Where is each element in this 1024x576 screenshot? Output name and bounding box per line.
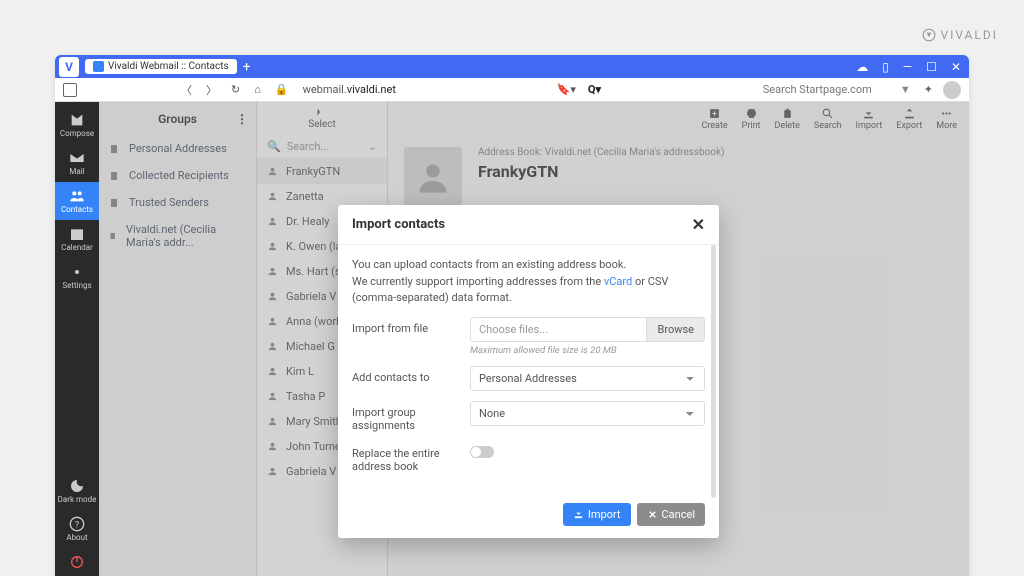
- panel-toggle-button[interactable]: [63, 83, 77, 97]
- toolbar-create-button[interactable]: Create: [701, 107, 727, 131]
- group-item-personal[interactable]: Personal Addresses: [99, 135, 256, 162]
- modal-title: Import contacts: [352, 217, 445, 232]
- replace-label: Replace the entire address book: [352, 442, 470, 473]
- import-file-label: Import from file: [352, 317, 470, 335]
- modal-scrollbar[interactable]: [711, 245, 716, 498]
- import-button[interactable]: Import: [563, 503, 631, 526]
- group-assignments-label: Import group assignments: [352, 401, 470, 432]
- sidebar-item-calendar[interactable]: Calendar: [55, 220, 99, 258]
- tab-favicon-icon: [93, 61, 104, 72]
- cancel-button[interactable]: Cancel: [637, 503, 705, 526]
- contact-name: FrankyGTN: [478, 162, 725, 181]
- extensions-icon[interactable]: ✦: [924, 83, 933, 96]
- contacts-select-header[interactable]: Select: [257, 102, 387, 135]
- vcard-link[interactable]: vCard: [604, 275, 632, 288]
- chevron-down-icon: ⌄: [368, 140, 377, 153]
- url-subdomain: webmail.: [303, 83, 347, 96]
- modal-close-button[interactable]: ✕: [692, 215, 705, 234]
- search-dropdown-icon[interactable]: ▼: [900, 83, 911, 96]
- group-item-vivaldinet[interactable]: Vivaldi.net (Cecilia Maria's addr...: [99, 216, 256, 256]
- maximize-button[interactable]: ☐: [922, 60, 941, 74]
- group-item-trusted[interactable]: Trusted Senders: [99, 189, 256, 216]
- browser-tab[interactable]: Vivaldi Webmail :: Contacts: [85, 59, 237, 74]
- sidebar-item-power[interactable]: [55, 548, 99, 576]
- group-item-collected[interactable]: Collected Recipients: [99, 162, 256, 189]
- sidebar-item-settings[interactable]: Settings: [55, 258, 99, 296]
- profile-avatar[interactable]: [943, 81, 961, 99]
- sidebar-item-darkmode[interactable]: Dark mode: [55, 472, 99, 510]
- toolbar-delete-button[interactable]: Delete: [775, 107, 800, 131]
- mobile-icon[interactable]: ▯: [878, 60, 893, 74]
- sidebar-item-about[interactable]: ?About: [55, 510, 99, 548]
- home-button[interactable]: ⌂: [254, 83, 261, 96]
- toolbar-print-button[interactable]: Print: [742, 107, 761, 131]
- search-engine-icon[interactable]: Q▾: [588, 83, 601, 96]
- back-button[interactable]: 〈: [181, 82, 192, 98]
- minimize-button[interactable]: —: [899, 60, 916, 74]
- toolbar-import-button[interactable]: Import: [856, 107, 883, 131]
- sidebar-item-compose[interactable]: Compose: [55, 106, 99, 144]
- app-sidebar: Compose Mail Contacts Calendar Settings …: [55, 102, 99, 576]
- url-display[interactable]: webmail.vivaldi.net: [303, 83, 396, 96]
- title-bar: V Vivaldi Webmail :: Contacts + ☁ ▯ — ☐ …: [55, 55, 969, 78]
- forward-button[interactable]: 〉: [206, 82, 217, 98]
- import-contacts-modal: Import contacts ✕ You can upload contact…: [338, 205, 719, 538]
- vivaldi-brand: VIVALDI: [922, 28, 998, 42]
- file-input-display[interactable]: Choose files...: [470, 317, 647, 342]
- bookmark-icon[interactable]: 🔖▾: [557, 83, 576, 96]
- contacts-search[interactable]: 🔍Search...⌄: [257, 135, 387, 159]
- address-bar: 〈 〉 ↻ ⌂ 🔒 webmail.vivaldi.net 🔖▾ Q▾ ▼ ✦: [55, 78, 969, 102]
- group-assignments-select[interactable]: None: [470, 401, 705, 426]
- new-tab-button[interactable]: +: [243, 59, 251, 75]
- search-icon: 🔍: [267, 140, 281, 153]
- svg-text:?: ?: [75, 519, 80, 530]
- add-contacts-to-select[interactable]: Personal Addresses: [470, 366, 705, 391]
- vivaldi-menu-button[interactable]: V: [59, 57, 79, 77]
- lock-icon: 🔒: [275, 83, 289, 96]
- cloud-icon[interactable]: ☁: [852, 60, 872, 74]
- groups-header: Groups⋮: [99, 102, 256, 135]
- sidebar-item-contacts[interactable]: Contacts: [55, 182, 99, 220]
- toolbar-search-button[interactable]: Search: [814, 107, 842, 131]
- file-size-hint: Maximum allowed file size is 20 MB: [470, 345, 705, 356]
- groups-panel: Groups⋮ Personal Addresses Collected Rec…: [99, 102, 257, 576]
- toolbar-more-button[interactable]: More: [936, 107, 957, 131]
- add-contacts-to-label: Add contacts to: [352, 366, 470, 384]
- groups-more-icon[interactable]: ⋮: [236, 112, 248, 126]
- contact-item[interactable]: FrankyGTN: [257, 159, 387, 184]
- browse-button[interactable]: Browse: [647, 317, 705, 342]
- detail-toolbar: Create Print Delete Search Import Export…: [388, 102, 969, 135]
- reload-button[interactable]: ↻: [231, 83, 240, 96]
- search-input[interactable]: [763, 83, 894, 96]
- close-window-button[interactable]: ✕: [947, 60, 965, 74]
- breadcrumb: Address Book: Vivaldi.net (Cecilia Maria…: [478, 147, 725, 158]
- contact-avatar: [404, 147, 462, 205]
- window-controls: ☁ ▯ — ☐ ✕: [852, 60, 965, 74]
- replace-toggle[interactable]: [470, 446, 494, 458]
- url-domain: vivaldi.net: [347, 83, 396, 96]
- toolbar-export-button[interactable]: Export: [896, 107, 922, 131]
- tab-title: Vivaldi Webmail :: Contacts: [108, 61, 229, 72]
- sidebar-item-mail[interactable]: Mail: [55, 144, 99, 182]
- modal-description: You can upload contacts from an existing…: [352, 257, 705, 307]
